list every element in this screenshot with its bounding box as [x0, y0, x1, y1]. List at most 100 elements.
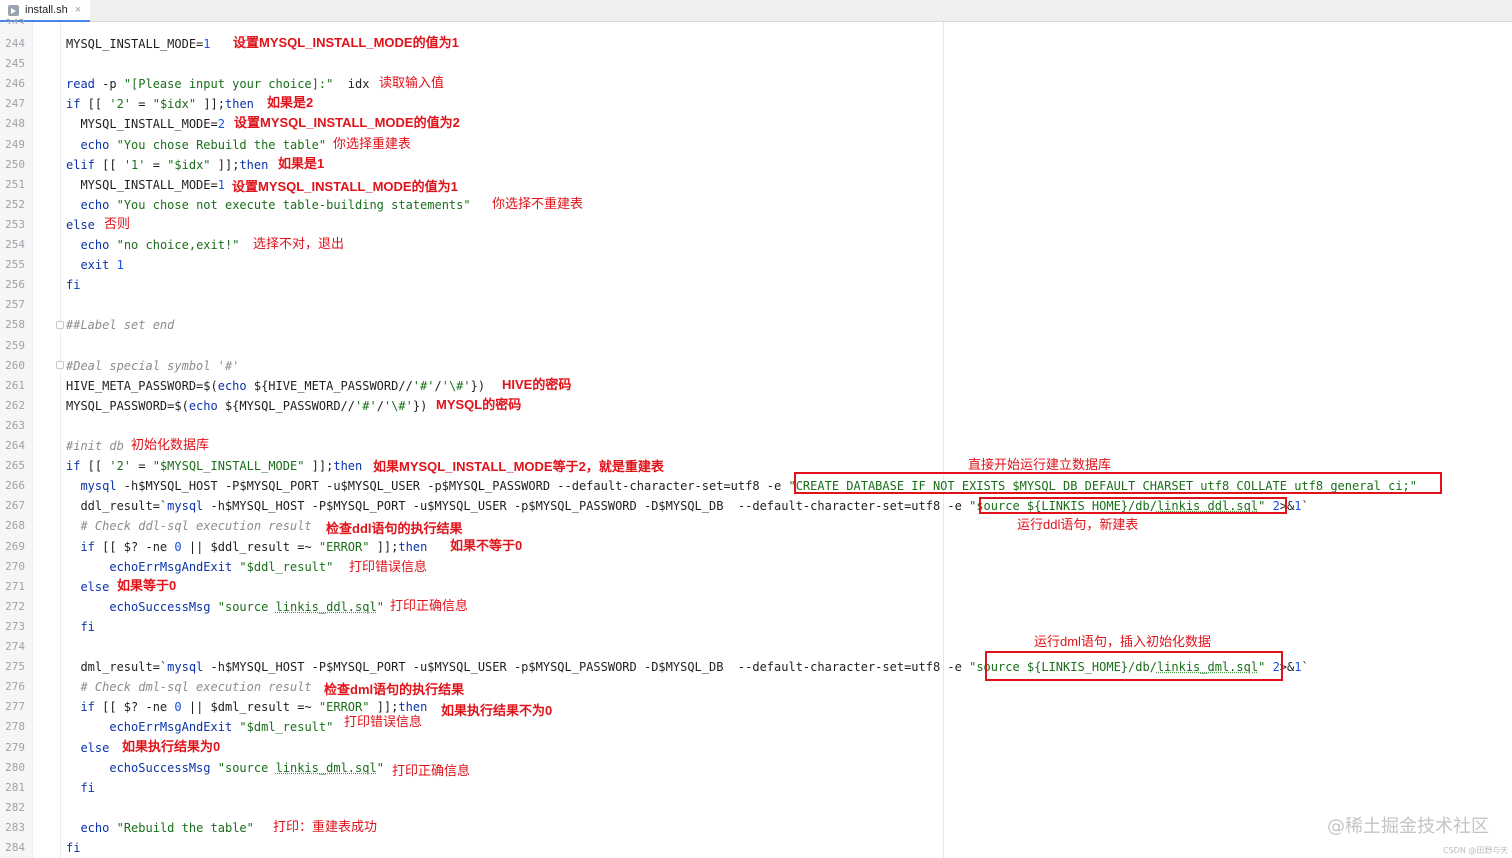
code-line[interactable]: read -p "[Please input your choice]:" id… [66, 76, 369, 92]
line-number: 251 [5, 177, 25, 191]
right-margin-guide [943, 22, 944, 858]
annotation-note: 否则 [104, 215, 131, 231]
line-number: 243 [5, 17, 25, 24]
line-number: 252 [5, 197, 25, 211]
annotation-note: 如果是1 [278, 155, 325, 171]
code-line[interactable]: echoErrMsgAndExit "$ddl_result" [66, 559, 333, 575]
code-line[interactable]: if [[ '2' = "$MYSQL_INSTALL_MODE" ]];the… [66, 458, 362, 474]
line-number: 264 [5, 439, 25, 452]
line-number: 265 [5, 459, 25, 473]
editor-tab-bar: install.sh × [0, 0, 1512, 22]
line-number: 260 [5, 358, 25, 372]
tab-label: install.sh [25, 4, 68, 16]
code-line[interactable]: elif [[ '1' = "$idx" ]];then [66, 157, 268, 173]
fold-gutter-divider [60, 22, 61, 858]
watermark-small: CSDN @田野与天 [1443, 846, 1509, 855]
line-number: 269 [5, 539, 25, 553]
annotation-note: 打印正确信息 [390, 597, 469, 613]
code-line[interactable]: exit 1 [66, 257, 123, 273]
code-line[interactable]: echo "You chose Rebuild the table" [66, 137, 326, 153]
code-line[interactable]: if [[ '2' = "$idx" ]];then [66, 96, 254, 112]
annotation-note: 打印正确信息 [392, 762, 471, 778]
line-number: 263 [5, 418, 25, 432]
annotation-note: 读取输入值 [379, 75, 445, 91]
annotation-note: 选择不对，退出 [253, 236, 345, 251]
code-line[interactable]: fi [66, 840, 80, 856]
line-number: 249 [5, 137, 25, 151]
ddl-highlight-box [979, 497, 1287, 514]
fold-marker-icon[interactable] [56, 321, 64, 329]
annotation-note: 如果等于0 [117, 577, 177, 593]
code-line[interactable]: fi [66, 780, 94, 796]
annotation-note: 设置MYSQL_INSTALL_MODE的值为1 [233, 35, 459, 50]
create-db-highlight-box [794, 472, 1442, 494]
code-line[interactable]: if [[ $? -ne 0 || $ddl_result =~ "ERROR"… [66, 539, 427, 555]
code-line[interactable]: ##Label set end [66, 317, 174, 333]
annotation-note: 如果执行结果为0 [122, 738, 221, 754]
line-number: 245 [5, 57, 25, 71]
line-number: 256 [5, 278, 25, 292]
line-number: 268 [5, 519, 25, 533]
line-number: 276 [5, 680, 25, 694]
annotation-note: HIVE的密码 [502, 376, 572, 392]
code-line[interactable]: echoErrMsgAndExit "$dml_result" [66, 719, 333, 735]
code-line[interactable]: else [66, 217, 95, 233]
line-number: 284 [5, 841, 25, 854]
code-line[interactable]: echoSuccessMsg "source linkis_ddl.sql" [66, 599, 384, 615]
line-number: 253 [5, 217, 25, 231]
line-number: 271 [5, 579, 25, 593]
line-number: 279 [5, 740, 25, 754]
annotation-note: 打印：重建表成功 [273, 818, 378, 834]
code-line[interactable]: MYSQL_INSTALL_MODE=1 [66, 177, 225, 193]
line-number: 267 [5, 499, 25, 513]
callout-create-db: 直接开始运行建立数据库 [968, 457, 1112, 472]
line-number: 272 [5, 599, 25, 613]
annotation-note: 设置MYSQL_INSTALL_MODE的值为1 [232, 178, 458, 194]
line-number: 275 [5, 660, 25, 674]
code-line[interactable]: echo "no choice,exit!" [66, 237, 239, 253]
line-number: 246 [5, 77, 25, 91]
code-line[interactable]: else [66, 740, 109, 756]
annotation-note: 如果不等于0 [450, 537, 523, 553]
line-number: 281 [5, 780, 25, 794]
code-line[interactable]: echo "Rebuild the table" [66, 820, 253, 836]
line-number: 259 [5, 338, 25, 352]
code-line[interactable]: fi [66, 619, 94, 635]
annotation-note: 检查ddl语句的执行结果 [326, 521, 463, 537]
code-line[interactable]: # Check dml-sql execution result [66, 679, 311, 695]
line-number: 248 [5, 117, 25, 131]
line-number: 273 [5, 619, 25, 633]
line-number: 270 [5, 559, 25, 573]
code-line[interactable]: else [66, 579, 109, 595]
code-line[interactable]: MYSQL_INSTALL_MODE=2 [66, 116, 225, 132]
code-line[interactable]: HIVE_META_PASSWORD=$(echo ${HIVE_META_PA… [66, 378, 485, 394]
line-number: 247 [5, 97, 25, 111]
gutter-divider [32, 22, 33, 858]
annotation-note: 你选择不重建表 [492, 195, 584, 211]
code-line[interactable]: #Deal special symbol '#' [66, 358, 239, 374]
code-line[interactable]: # Check ddl-sql execution result [66, 518, 311, 534]
code-line[interactable]: echoSuccessMsg "source linkis_dml.sql" [66, 760, 384, 776]
code-line[interactable]: if [[ $? -ne 0 || $dml_result =~ "ERROR"… [66, 699, 427, 715]
code-line[interactable]: fi [66, 277, 80, 293]
annotation-note: 检查dml语句的执行结果 [324, 682, 465, 698]
line-number: 244 [5, 37, 25, 50]
annotation-note: 设置MYSQL_INSTALL_MODE的值为2 [234, 115, 460, 131]
code-line[interactable]: #init db [66, 438, 124, 454]
annotation-note: 打印错误信息 [344, 714, 423, 730]
code-line[interactable]: MYSQL_INSTALL_MODE=1 [66, 36, 211, 52]
line-number: 261 [5, 378, 25, 392]
close-icon[interactable]: × [75, 4, 81, 16]
line-number: 274 [5, 640, 25, 653]
shell-file-icon [8, 4, 19, 16]
dml-highlight-box [985, 651, 1283, 681]
watermark: @稀土掘金技术社区 [1327, 816, 1489, 837]
callout-ddl: 运行ddl语句，新建表 [1017, 517, 1139, 532]
annotation-note: 如果MYSQL_INSTALL_MODE等于2，就是重建表 [373, 459, 664, 475]
fold-marker-icon[interactable] [56, 361, 64, 369]
line-number: 255 [5, 258, 25, 272]
code-line[interactable]: MYSQL_PASSWORD=$(echo ${MYSQL_PASSWORD//… [66, 398, 427, 414]
annotation-note: 如果是2 [267, 95, 314, 111]
code-line[interactable]: echo "You chose not execute table-buildi… [66, 197, 470, 213]
line-number: 257 [5, 298, 25, 312]
